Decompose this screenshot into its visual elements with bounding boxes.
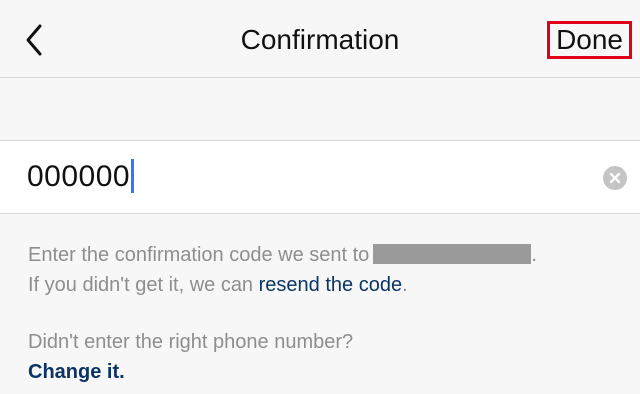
- text-caret: [131, 159, 135, 193]
- resend-code-link[interactable]: resend the code: [259, 274, 402, 296]
- wrong-number-question: Didn't enter the right phone number?: [28, 331, 354, 353]
- spacer: [0, 78, 640, 140]
- redacted-phone-number: [373, 244, 532, 264]
- clear-button[interactable]: [603, 166, 627, 190]
- instruction-line-1-text: Enter the confirmation code we sent to: [28, 244, 370, 266]
- code-input-value: 000000: [27, 160, 131, 193]
- code-input[interactable]: 000000: [27, 159, 135, 195]
- navigation-bar: Confirmation Done: [0, 0, 640, 78]
- instruction-line-2: If you didn't get it, we can resend the …: [28, 270, 618, 300]
- instruction-line-1: Enter the confirmation code we sent to.: [28, 240, 618, 270]
- confirmation-code-field[interactable]: 000000: [0, 140, 640, 214]
- page-title: Confirmation: [240, 24, 400, 55]
- clear-circle-icon: [603, 166, 627, 190]
- instruction-line-2-suffix: .: [402, 274, 408, 296]
- instruction-line-1-suffix: .: [531, 244, 537, 266]
- instruction-text: Enter the confirmation code we sent to. …: [28, 240, 618, 300]
- instruction-line-2-text: If you didn't get it, we can: [28, 274, 254, 296]
- change-number-link[interactable]: Change it.: [28, 357, 125, 387]
- done-button[interactable]: Done: [547, 21, 632, 59]
